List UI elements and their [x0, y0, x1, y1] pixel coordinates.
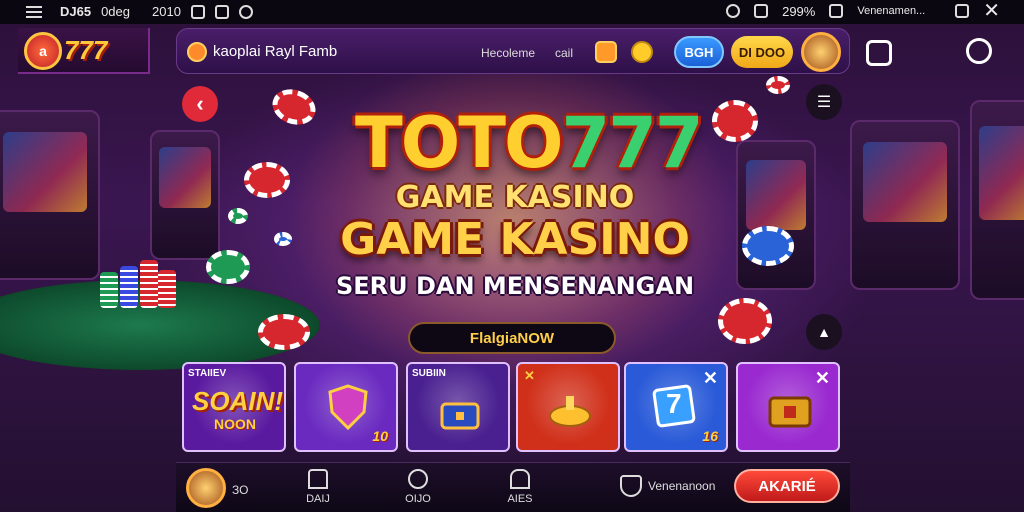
tile-close-icon: ✕	[524, 368, 535, 383]
poker-chip-icon	[267, 83, 321, 131]
network-label: Venenamen...	[857, 5, 926, 17]
poker-chip-icon	[206, 250, 250, 284]
slot-machine-left-2	[150, 130, 220, 260]
chip-stack	[100, 272, 118, 308]
back-button[interactable]: ‹	[182, 86, 218, 122]
game-tile[interactable]: STAIIEV SOAIN! NOON	[182, 362, 286, 452]
slot-machine-right	[850, 120, 960, 290]
poker-chip-icon	[244, 162, 290, 198]
tile-subtitle: NOON	[214, 416, 256, 432]
tile-title: SOAIN!	[192, 386, 283, 416]
poker-chip-icon	[766, 76, 790, 94]
deposit-button[interactable]: ВGH	[674, 36, 724, 68]
status-bar: DJ65 0deg 2010 299% Venenamen... ✕	[0, 0, 1024, 24]
shield-label: Venenanoon	[648, 479, 716, 493]
window-icon[interactable]	[955, 4, 970, 18]
status-label-b: 2010	[152, 4, 181, 19]
top-app-bar: kaoplai Rayl Famb Hecoleme cail ВGH DI D…	[176, 28, 850, 74]
chat-button[interactable]: ▲	[806, 314, 842, 350]
register-button[interactable]: AKARIÉ	[734, 469, 840, 503]
nav-link-2[interactable]: cail	[555, 46, 573, 60]
tile-title: 7	[666, 388, 682, 419]
coin-icon[interactable]	[631, 41, 653, 63]
gift-icon[interactable]	[595, 41, 617, 63]
tile-badge: 16	[702, 428, 718, 444]
menu-button[interactable]: ☰	[806, 84, 842, 120]
chip-stack	[140, 260, 158, 308]
shield-icon	[328, 384, 368, 430]
cloud-icon	[238, 4, 253, 19]
game-tile[interactable]: SUBIIN	[406, 362, 510, 452]
chip-stack	[120, 266, 138, 308]
tile-close-icon: ✕	[702, 368, 718, 388]
battery-percent: 299%	[782, 3, 816, 19]
tile-label: SUBIIN	[412, 368, 446, 379]
nav-home-label: DAIJ	[306, 493, 330, 505]
bottom-nav: ЗО DAIJ OIJO AIES Venenanoon AKARIÉ	[176, 462, 850, 512]
mute-icon	[754, 4, 769, 18]
logo-text: 777	[64, 35, 108, 65]
status-time: DJ65	[60, 4, 92, 19]
nav-home[interactable]: DAIJ	[288, 469, 348, 505]
hero-logo-number: 777	[561, 102, 704, 184]
brand-logo[interactable]: a 777	[18, 28, 150, 74]
status-label-a: 0deg	[101, 4, 130, 19]
hero-logo: TOTO777	[355, 102, 704, 186]
hero-line-1: GAME KASINO	[395, 180, 635, 215]
poker-chip-icon	[742, 226, 794, 266]
hero-line-2: GAME KASINO	[340, 214, 690, 265]
user-avatar[interactable]	[186, 468, 226, 508]
signal-icon	[190, 4, 205, 19]
app-title[interactable]: kaoplai Rayl Famb	[213, 43, 337, 60]
logo-badge: a	[24, 32, 62, 70]
hero-logo-prefix: TOTO	[355, 102, 564, 184]
building-icon	[510, 469, 530, 489]
play-now-button[interactable]: FlalgiaNOW	[408, 322, 616, 354]
golden-box-icon	[768, 396, 812, 428]
poker-chip-icon	[258, 314, 310, 350]
nav-promo-label: AIES	[507, 493, 533, 505]
poker-chip-icon	[274, 232, 292, 246]
shield-icon[interactable]	[620, 475, 642, 497]
user-label: ЗО	[232, 483, 249, 497]
slot-machine-right-3	[736, 140, 816, 290]
nav-games-label: OIJO	[405, 493, 431, 505]
settings-icon[interactable]	[866, 40, 892, 66]
nav-link-1[interactable]: Hecoleme	[481, 46, 535, 60]
menu-icon: ☰	[816, 94, 832, 111]
hamburger-menu-icon[interactable]	[26, 4, 42, 20]
alarm-icon	[726, 4, 741, 18]
chip-stack	[158, 270, 176, 308]
gold-lamp-icon	[549, 396, 591, 427]
profile-avatar[interactable]	[801, 32, 841, 72]
chat-icon: ▲	[817, 324, 831, 340]
nav-promo[interactable]: AIES	[490, 469, 550, 505]
circle-icon	[408, 469, 428, 489]
game-tile[interactable]: ✕	[736, 362, 840, 452]
tile-badge: 10	[372, 428, 388, 444]
brand-icon	[187, 42, 207, 62]
app-icon	[214, 4, 229, 19]
slot-machine-right-2	[970, 100, 1024, 300]
battery-icon	[829, 4, 844, 18]
game-tile[interactable]: ✕	[516, 362, 620, 452]
login-button[interactable]: DI DOO	[731, 36, 793, 68]
game-tile[interactable]: ✕ 7 16	[624, 362, 728, 452]
slot-machine-left	[0, 110, 100, 280]
tile-label: STAIIEV	[188, 368, 227, 379]
account-icon[interactable]	[966, 38, 992, 64]
poker-chip-icon	[712, 100, 758, 142]
game-tile[interactable]: 10	[294, 362, 398, 452]
tile-close-icon: ✕	[814, 368, 830, 388]
poker-chip-icon	[718, 298, 772, 344]
poker-chip-icon	[228, 208, 248, 224]
home-icon	[308, 469, 328, 489]
treasure-chest-icon	[440, 402, 480, 430]
nav-games[interactable]: OIJO	[388, 469, 448, 505]
hero-tagline: SERU DAN MENSENANGAN	[335, 272, 695, 300]
screen-root: DJ65 0deg 2010 299% Venenamen... ✕ a 777…	[0, 0, 1024, 512]
close-icon[interactable]: ✕	[983, 1, 1000, 21]
